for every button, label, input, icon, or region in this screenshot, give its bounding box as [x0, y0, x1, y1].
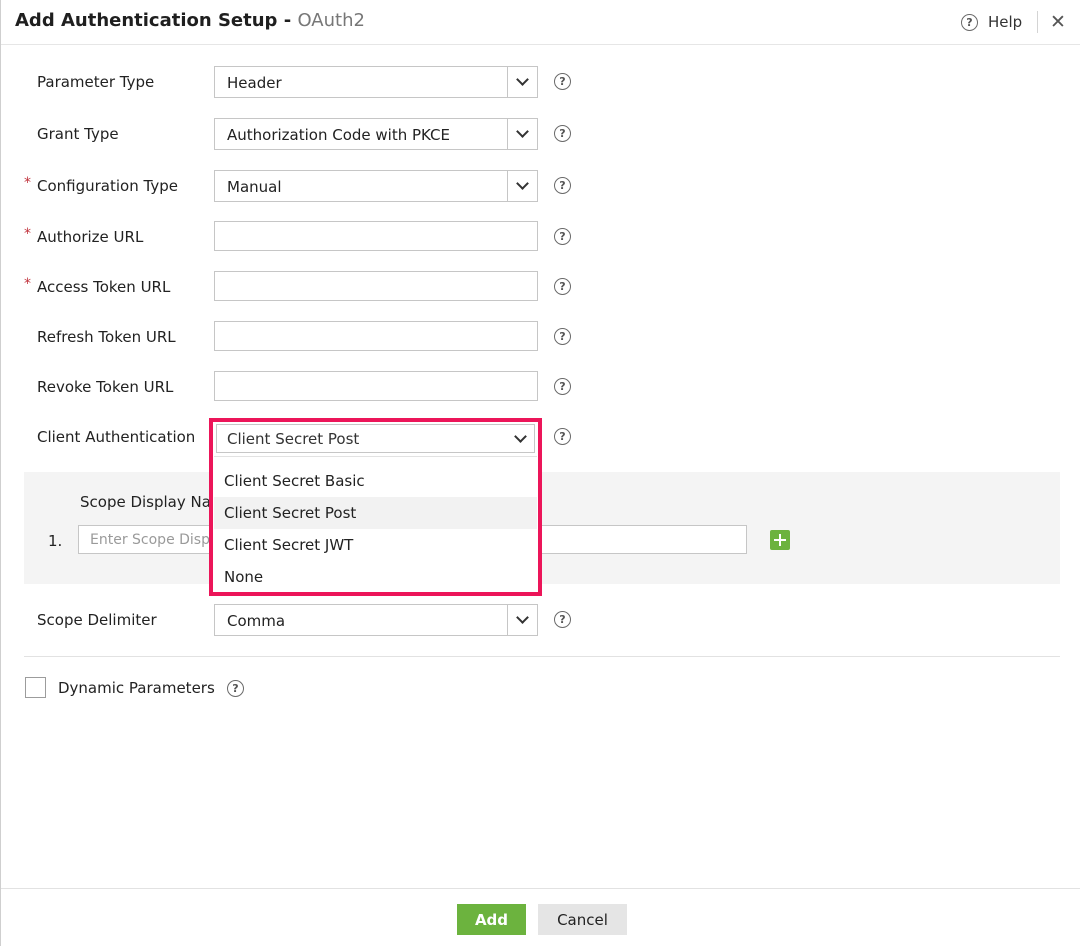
parameter-type-value: Header: [227, 74, 282, 92]
option-client-secret-post[interactable]: Client Secret Post: [214, 497, 537, 529]
dynamic-parameters-label: Dynamic Parameters: [58, 679, 215, 697]
chevron-down-icon: [507, 119, 537, 149]
option-none[interactable]: None: [214, 561, 537, 593]
dynamic-parameters-checkbox[interactable]: [25, 677, 46, 698]
question-circle-icon[interactable]: ?: [554, 428, 571, 445]
scope-delimiter-value: Comma: [227, 612, 286, 630]
required-marker: *: [24, 276, 31, 292]
configuration-type-value: Manual: [227, 178, 282, 196]
row-refresh-token-url: Refresh Token URL ?: [1, 321, 601, 353]
grant-type-value: Authorization Code with PKCE: [227, 126, 451, 144]
row-revoke-token-url: Revoke Token URL ?: [1, 371, 601, 403]
cancel-button[interactable]: Cancel: [538, 904, 627, 935]
question-circle-icon[interactable]: ?: [554, 378, 571, 395]
client-authentication-label: Client Authentication: [37, 428, 196, 446]
chevron-down-icon: [507, 67, 537, 97]
authorize-url-input[interactable]: [214, 221, 538, 251]
row-grant-type: Grant Type Authorization Code with PKCE …: [1, 118, 601, 150]
authorize-url-label: Authorize URL: [37, 228, 144, 246]
access-token-url-input[interactable]: [214, 271, 538, 301]
chevron-down-icon: [507, 605, 537, 635]
configuration-type-select[interactable]: Manual: [214, 170, 538, 202]
refresh-token-url-input[interactable]: [214, 321, 538, 351]
scope-delimiter-label: Scope Delimiter: [37, 611, 157, 629]
dialog-subtitle: OAuth2: [297, 10, 365, 31]
dialog-header: Add Authentication Setup - OAuth2 ? Help…: [1, 0, 1080, 45]
row-parameter-type: Parameter Type Header ?: [1, 66, 601, 98]
refresh-token-url-label: Refresh Token URL: [37, 328, 176, 346]
question-circle-icon[interactable]: ?: [554, 328, 571, 345]
question-circle-icon[interactable]: ?: [554, 125, 571, 142]
question-circle-icon[interactable]: ?: [554, 177, 571, 194]
scope-row-number: 1.: [48, 532, 63, 550]
add-button[interactable]: Add: [457, 904, 526, 935]
revoke-token-url-label: Revoke Token URL: [37, 378, 174, 396]
option-client-secret-jwt[interactable]: Client Secret JWT: [214, 529, 537, 561]
parameter-type-select[interactable]: Header: [214, 66, 538, 98]
close-icon[interactable]: ✕: [1048, 11, 1068, 33]
required-marker: *: [24, 226, 31, 242]
dialog-title: Add Authentication Setup - OAuth2: [15, 10, 365, 31]
question-circle-icon[interactable]: ?: [554, 228, 571, 245]
row-access-token-url: * Access Token URL ?: [1, 271, 601, 303]
question-circle-icon[interactable]: ?: [227, 680, 244, 697]
scope-panel: Scope Display Name 1.: [24, 472, 1060, 584]
question-circle-icon[interactable]: ?: [554, 73, 571, 90]
dialog-footer: Add Cancel: [1, 888, 1080, 946]
help-link[interactable]: ? Help: [961, 12, 1022, 32]
client-authentication-options: Client Secret Basic Client Secret Post C…: [214, 456, 537, 592]
plus-icon[interactable]: [770, 530, 790, 550]
parameter-type-label: Parameter Type: [37, 73, 155, 91]
configuration-type-label: Configuration Type: [37, 177, 178, 195]
revoke-token-url-input[interactable]: [214, 371, 538, 401]
option-client-secret-basic[interactable]: Client Secret Basic: [214, 465, 537, 497]
dialog-title-main: Add Authentication Setup -: [15, 10, 298, 31]
row-authorize-url: * Authorize URL ?: [1, 221, 601, 253]
client-authentication-select[interactable]: Client Secret Post: [216, 424, 535, 453]
required-marker: *: [24, 175, 31, 191]
auth-setup-dialog: Add Authentication Setup - OAuth2 ? Help…: [0, 0, 1080, 946]
dynamic-parameters: Dynamic Parameters ?: [25, 677, 265, 699]
header-separator: [1037, 11, 1038, 33]
grant-type-select[interactable]: Authorization Code with PKCE: [214, 118, 538, 150]
client-authentication-value: Client Secret Post: [227, 430, 360, 448]
scope-delimiter-select[interactable]: Comma: [214, 604, 538, 636]
question-circle-icon[interactable]: ?: [554, 278, 571, 295]
row-scope-delimiter: Scope Delimiter Comma ?: [1, 604, 601, 636]
access-token-url-label: Access Token URL: [37, 278, 171, 296]
question-circle-icon[interactable]: ?: [554, 611, 571, 628]
chevron-down-icon: [507, 425, 534, 452]
section-divider: [24, 656, 1060, 657]
chevron-down-icon: [507, 171, 537, 201]
help-label: Help: [988, 13, 1023, 31]
row-configuration-type: * Configuration Type Manual ?: [1, 170, 601, 202]
grant-type-label: Grant Type: [37, 125, 119, 143]
question-circle-icon: ?: [961, 13, 978, 31]
client-authentication-dropdown: Client Secret Post Client Secret Basic C…: [209, 418, 542, 596]
